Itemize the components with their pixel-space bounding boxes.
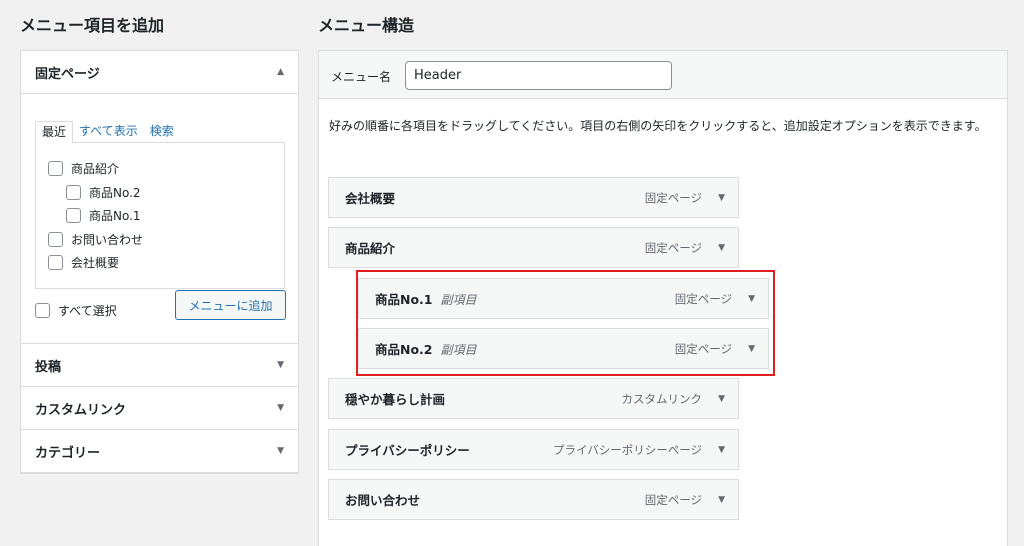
add-menu-items-panel: 固定ページ ▲ 最近 すべて表示 検索 商品紹介 商品No.2 商品No.1 お bbox=[20, 50, 299, 474]
menu-name-input[interactable]: Header bbox=[405, 61, 672, 90]
triangle-down-icon[interactable]: ▼ bbox=[277, 446, 284, 456]
checklist-item-label: 会社概要 bbox=[71, 256, 120, 271]
triangle-down-icon[interactable]: ▼ bbox=[277, 360, 284, 370]
checklist-item[interactable]: 会社概要 bbox=[36, 251, 284, 275]
triangle-down-icon[interactable]: ▼ bbox=[718, 445, 725, 455]
checklist-item[interactable]: 商品No.2 bbox=[36, 181, 284, 205]
add-menu-items-heading: メニュー項目を追加 bbox=[20, 16, 165, 35]
checklist-item[interactable]: 商品紹介 bbox=[36, 157, 284, 181]
triangle-down-icon[interactable]: ▼ bbox=[718, 394, 725, 404]
categories-accordion-header[interactable]: カテゴリー ▼ bbox=[21, 430, 298, 473]
menu-item-type: 固定ページ bbox=[644, 240, 702, 255]
checklist-item-label: 商品No.1 bbox=[89, 209, 141, 224]
select-all[interactable]: すべて選択 bbox=[35, 302, 117, 319]
posts-accordion-title: 投稿 bbox=[35, 359, 62, 375]
pages-accordion-body: 最近 すべて表示 検索 商品紹介 商品No.2 商品No.1 お問い合わせ 会社… bbox=[21, 94, 298, 344]
pages-checklist: 商品紹介 商品No.2 商品No.1 お問い合わせ 会社概要 bbox=[35, 142, 285, 289]
menu-item-type: カスタムリンク bbox=[621, 391, 703, 406]
menu-name-bar: メニュー名 Header bbox=[319, 51, 1007, 99]
menu-item[interactable]: 穏やか暮らし計画 カスタムリンク ▼ bbox=[328, 378, 739, 419]
menu-item[interactable]: お問い合わせ 固定ページ ▼ bbox=[328, 479, 739, 520]
menu-name-label: メニュー名 bbox=[331, 70, 392, 84]
triangle-down-icon[interactable]: ▼ bbox=[277, 403, 284, 413]
tab-view-all[interactable]: すべて表示 bbox=[73, 121, 144, 143]
triangle-down-icon[interactable]: ▼ bbox=[718, 495, 725, 505]
menu-item-title: 穏やか暮らし計画 bbox=[345, 392, 446, 407]
menu-item-title: 会社概要 bbox=[345, 191, 396, 206]
categories-accordion-title: カテゴリー bbox=[35, 445, 101, 461]
menu-item-type: プライバシーポリシーページ bbox=[552, 442, 702, 457]
pages-accordion-title: 固定ページ bbox=[35, 66, 100, 82]
pages-accordion-header[interactable]: 固定ページ ▲ bbox=[21, 51, 298, 94]
checklist-item-label: お問い合わせ bbox=[71, 232, 144, 247]
triangle-down-icon[interactable]: ▼ bbox=[718, 193, 725, 203]
custom-links-accordion-title: カスタムリンク bbox=[35, 402, 127, 418]
triangle-down-icon[interactable]: ▼ bbox=[718, 243, 725, 253]
pages-tabs: 最近 すべて表示 検索 bbox=[35, 121, 180, 143]
menu-item-title: 商品紹介 bbox=[345, 241, 396, 256]
menu-item-title: プライバシーポリシー bbox=[345, 443, 470, 458]
checkbox[interactable] bbox=[48, 255, 63, 271]
highlight-box bbox=[356, 270, 775, 376]
drag-instructions: 好みの順番に各項目をドラッグしてください。項目の右側の矢印をクリックすると、追加… bbox=[329, 119, 987, 133]
checklist-item-label: 商品No.2 bbox=[89, 185, 141, 200]
checklist-item-label: 商品紹介 bbox=[71, 162, 120, 177]
menu-item[interactable]: プライバシーポリシー プライバシーポリシーページ ▼ bbox=[328, 429, 739, 470]
menu-item[interactable]: 会社概要 固定ページ ▼ bbox=[328, 177, 739, 218]
select-all-label: すべて選択 bbox=[58, 304, 117, 318]
checkbox[interactable] bbox=[66, 184, 81, 200]
checkbox[interactable] bbox=[48, 161, 63, 177]
menu-item-title: お問い合わせ bbox=[345, 493, 421, 508]
checklist-item[interactable]: お問い合わせ bbox=[36, 228, 284, 252]
menu-item-type: 固定ページ bbox=[644, 190, 702, 205]
tab-recent[interactable]: 最近 bbox=[35, 121, 74, 143]
menu-item[interactable]: 商品紹介 固定ページ ▼ bbox=[328, 227, 739, 268]
tab-search[interactable]: 検索 bbox=[144, 121, 180, 143]
menu-structure-heading: メニュー構造 bbox=[318, 16, 415, 35]
posts-accordion-header[interactable]: 投稿 ▼ bbox=[21, 344, 298, 387]
add-to-menu-button[interactable]: メニューに追加 bbox=[175, 290, 286, 320]
triangle-up-icon[interactable]: ▲ bbox=[277, 67, 284, 77]
menu-item-type: 固定ページ bbox=[644, 492, 702, 507]
checkbox[interactable] bbox=[66, 208, 81, 224]
checklist-item[interactable]: 商品No.1 bbox=[36, 204, 284, 228]
checkbox[interactable] bbox=[48, 231, 63, 247]
custom-links-accordion-header[interactable]: カスタムリンク ▼ bbox=[21, 387, 298, 430]
select-all-checkbox[interactable] bbox=[35, 303, 50, 318]
